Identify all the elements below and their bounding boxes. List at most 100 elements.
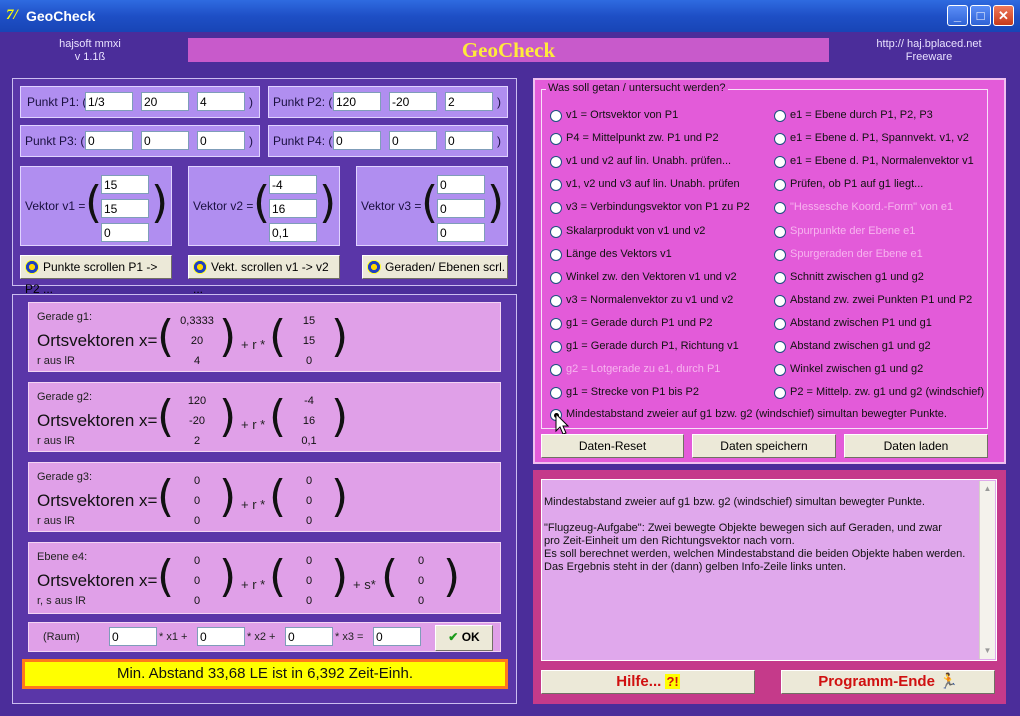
option-left-10-radio[interactable] xyxy=(550,341,562,353)
line-g1-domain: r aus lR xyxy=(37,355,75,367)
e4-b-z: 0 xyxy=(305,595,313,607)
help-icon: ?! xyxy=(665,674,680,689)
line-g3-ortsvektoren: Ortsvektoren x= xyxy=(37,491,158,510)
option-left-8-radio[interactable] xyxy=(550,294,562,307)
option-right-9-label: Abstand zwischen P1 und g1 xyxy=(790,316,932,329)
p3-x-input[interactable] xyxy=(85,131,133,150)
maximize-button[interactable]: □ xyxy=(970,5,991,26)
vector-v3-label: Vektor v3 = xyxy=(361,199,422,213)
scroll-down-icon[interactable]: ▼ xyxy=(980,643,995,659)
point-p4-box: Punkt P4: ( ) xyxy=(268,125,508,157)
scroll-up-icon[interactable]: ▲ xyxy=(980,481,995,497)
option-right-11-radio[interactable] xyxy=(774,364,786,377)
p3-close-paren: ) xyxy=(249,134,253,148)
line-g1-ortsvektoren: Ortsvektoren x= xyxy=(37,331,158,350)
p1-x-input[interactable] xyxy=(85,92,133,111)
close-button[interactable]: ✕ xyxy=(993,5,1014,26)
option-left-12-label: g1 = Strecke von P1 bis P2 xyxy=(566,386,699,399)
raum-rhs[interactable] xyxy=(373,627,421,646)
p1-z-input[interactable] xyxy=(197,92,245,111)
p3-y-input[interactable] xyxy=(141,131,189,150)
option-right-6-radio[interactable] xyxy=(774,248,786,261)
option-left-5-radio[interactable] xyxy=(550,225,562,238)
v3-close-paren: ) xyxy=(487,177,505,228)
v1-z-input[interactable] xyxy=(101,223,149,242)
vector-v1-box: Vektor v1 = ( ) xyxy=(20,166,172,246)
e4-c-y: 0 xyxy=(417,575,425,587)
option-left-11-radio[interactable] xyxy=(550,364,562,377)
option-right-5-radio[interactable] xyxy=(774,225,786,238)
author-info: hajsoft mmxi v 1.1ß xyxy=(40,38,140,64)
exit-button[interactable]: Programm-Ende 🏃 xyxy=(781,670,995,694)
p4-y-input[interactable] xyxy=(389,131,437,150)
v3-x-input[interactable] xyxy=(437,175,485,194)
option-left-9-radio[interactable] xyxy=(550,317,562,330)
scroll-vectors-button[interactable]: Vekt. scrollen v1 -> v2 ... xyxy=(188,255,340,296)
option-right-10-label: Abstand zwischen g1 und g2 xyxy=(790,340,931,352)
option-left-6-label: Länge des Vektors v1 xyxy=(566,247,672,260)
option-right-9-radio[interactable] xyxy=(774,317,786,330)
option-left-7-radio[interactable] xyxy=(550,271,562,284)
option-left-3-label: v1, v2 und v3 auf lin. Unabh. prüfen xyxy=(566,178,740,191)
data-reset-button[interactable]: Daten-Reset xyxy=(541,434,684,458)
point-p2-label: Punkt P2: ( xyxy=(273,95,333,109)
checkmark-icon: ✔ xyxy=(448,630,459,644)
raum-x2-coef[interactable] xyxy=(197,627,245,646)
help-button[interactable]: Hilfe... ?! xyxy=(541,670,755,694)
raum-x1-coef[interactable] xyxy=(109,627,157,646)
title-bar[interactable]: 7/ GeoCheck _ □ ✕ xyxy=(0,0,1020,32)
option-right-0-radio[interactable] xyxy=(774,110,786,122)
p2-y-input[interactable] xyxy=(389,92,437,111)
minimize-button[interactable]: _ xyxy=(947,5,968,26)
option-left-0-radio[interactable] xyxy=(550,110,562,122)
g1-a-x: 0,3333 xyxy=(180,315,214,327)
option-right-1-radio[interactable] xyxy=(774,133,786,146)
option-right-8-radio[interactable] xyxy=(774,294,786,307)
raum-label: (Raum) xyxy=(43,631,80,643)
v1-x-input[interactable] xyxy=(101,175,149,194)
option-left-1-radio[interactable] xyxy=(550,133,562,146)
e4-c-open: ( xyxy=(381,551,399,602)
point-p3-label: Punkt P3: ( xyxy=(25,134,85,148)
g1-b-x: 15 xyxy=(302,315,316,327)
p1-y-input[interactable] xyxy=(141,92,189,111)
g3-b-y: 0 xyxy=(305,495,313,507)
data-load-button[interactable]: Daten laden xyxy=(844,434,988,458)
point-p3-box: Punkt P3: ( ) xyxy=(20,125,260,157)
g2-a-y: -20 xyxy=(189,415,205,427)
scroll-points-button[interactable]: Punkte scrollen P1 -> P2 ... xyxy=(20,255,172,296)
v3-y-input[interactable] xyxy=(437,199,485,218)
option-left-6-radio[interactable] xyxy=(550,248,562,261)
line-g2-domain: r aus lR xyxy=(37,435,75,447)
p4-z-input[interactable] xyxy=(445,131,493,150)
website-url: http:// haj.bplaced.net xyxy=(876,38,982,50)
p3-z-input[interactable] xyxy=(197,131,245,150)
p2-close-paren: ) xyxy=(497,95,501,109)
p2-x-input[interactable] xyxy=(333,92,381,111)
scroll-lines-button[interactable]: Geraden/ Ebenen scrl. xyxy=(362,255,508,279)
option-right-7-radio[interactable] xyxy=(774,271,786,284)
option-right-7-label: Schnitt zwischen g1 und g2 xyxy=(790,270,924,283)
option-right-10-radio[interactable] xyxy=(774,341,786,353)
p4-x-input[interactable] xyxy=(333,131,381,150)
v2-z-input[interactable] xyxy=(269,223,317,242)
e4-b-open: ( xyxy=(269,551,287,602)
v1-y-input[interactable] xyxy=(101,199,149,218)
g3-a-close: ) xyxy=(219,471,237,522)
option-left-10-label: g1 = Gerade durch P1, Richtung v1 xyxy=(566,340,739,352)
g1-a-z: 4 xyxy=(193,355,201,367)
plane-e4-title: Ebene e4: xyxy=(37,551,88,563)
v2-x-input[interactable] xyxy=(269,175,317,194)
ok-button[interactable]: ✔ OK xyxy=(435,625,493,651)
v3-z-input[interactable] xyxy=(437,223,485,242)
p2-z-input[interactable] xyxy=(445,92,493,111)
version-label: v 1.1ß xyxy=(74,51,106,63)
option-left-8-label: v3 = Normalenvektor zu v1 und v2 xyxy=(566,293,734,306)
e4-b-x: 0 xyxy=(305,555,313,567)
v2-y-input[interactable] xyxy=(269,199,317,218)
p1-close-paren: ) xyxy=(249,95,253,109)
data-save-button[interactable]: Daten speichern xyxy=(692,434,836,458)
info-textarea[interactable]: Mindestabstand zweier auf g1 bzw. g2 (wi… xyxy=(541,479,997,661)
info-scrollbar[interactable]: ▲ ▼ xyxy=(979,481,995,659)
raum-x3-coef[interactable] xyxy=(285,627,333,646)
